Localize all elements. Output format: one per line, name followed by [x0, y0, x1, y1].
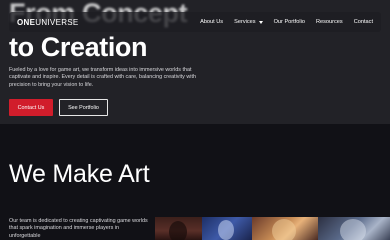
logo-bold-text: ONE [17, 17, 36, 27]
artwork-figure [218, 220, 234, 240]
hero-section: From Concept to Creation ONEUNIVERSE Abo… [0, 0, 390, 124]
see-portfolio-button[interactable]: See Portfolio [59, 99, 108, 116]
hero-title: From Concept to Creation [9, 0, 269, 64]
logo[interactable]: ONEUNIVERSE [17, 18, 79, 27]
nav-link-our-portfolio[interactable]: Our Portfolio [274, 19, 305, 25]
artwork-figure [340, 219, 366, 240]
gallery-image[interactable] [202, 217, 252, 240]
artwork-figure [272, 219, 296, 240]
section-description: Our team is dedicated to creating captiv… [9, 218, 148, 239]
we-make-art-section: We Make Art Our team is dedicated to cre… [0, 124, 390, 240]
nav-link-contact[interactable]: Contact [354, 19, 373, 25]
art-gallery [155, 217, 390, 240]
top-navigation: ONEUNIVERSE About Us Services Our Portfo… [9, 12, 381, 32]
hero-description: Fueled by a love for game art, we transf… [9, 67, 196, 88]
gallery-image[interactable] [155, 217, 202, 240]
nav-link-about-us[interactable]: About Us [200, 19, 223, 25]
hero-title-line-2: to Creation [9, 32, 148, 62]
nav-links: About Us Services Our Portfolio Resource… [200, 19, 381, 25]
nav-link-services[interactable]: Services [234, 19, 263, 25]
artwork-figure [169, 221, 187, 240]
section-title: We Make Art [9, 160, 150, 188]
logo-regular-text: UNIVERSE [35, 17, 79, 27]
nav-link-resources[interactable]: Resources [316, 19, 343, 25]
gallery-image[interactable] [252, 217, 318, 240]
chevron-down-icon [258, 20, 263, 24]
contact-us-button[interactable]: Contact Us [9, 99, 53, 116]
nav-link-services-label: Services [234, 19, 256, 25]
page: From Concept to Creation ONEUNIVERSE Abo… [0, 0, 390, 240]
gallery-image[interactable] [318, 217, 390, 240]
